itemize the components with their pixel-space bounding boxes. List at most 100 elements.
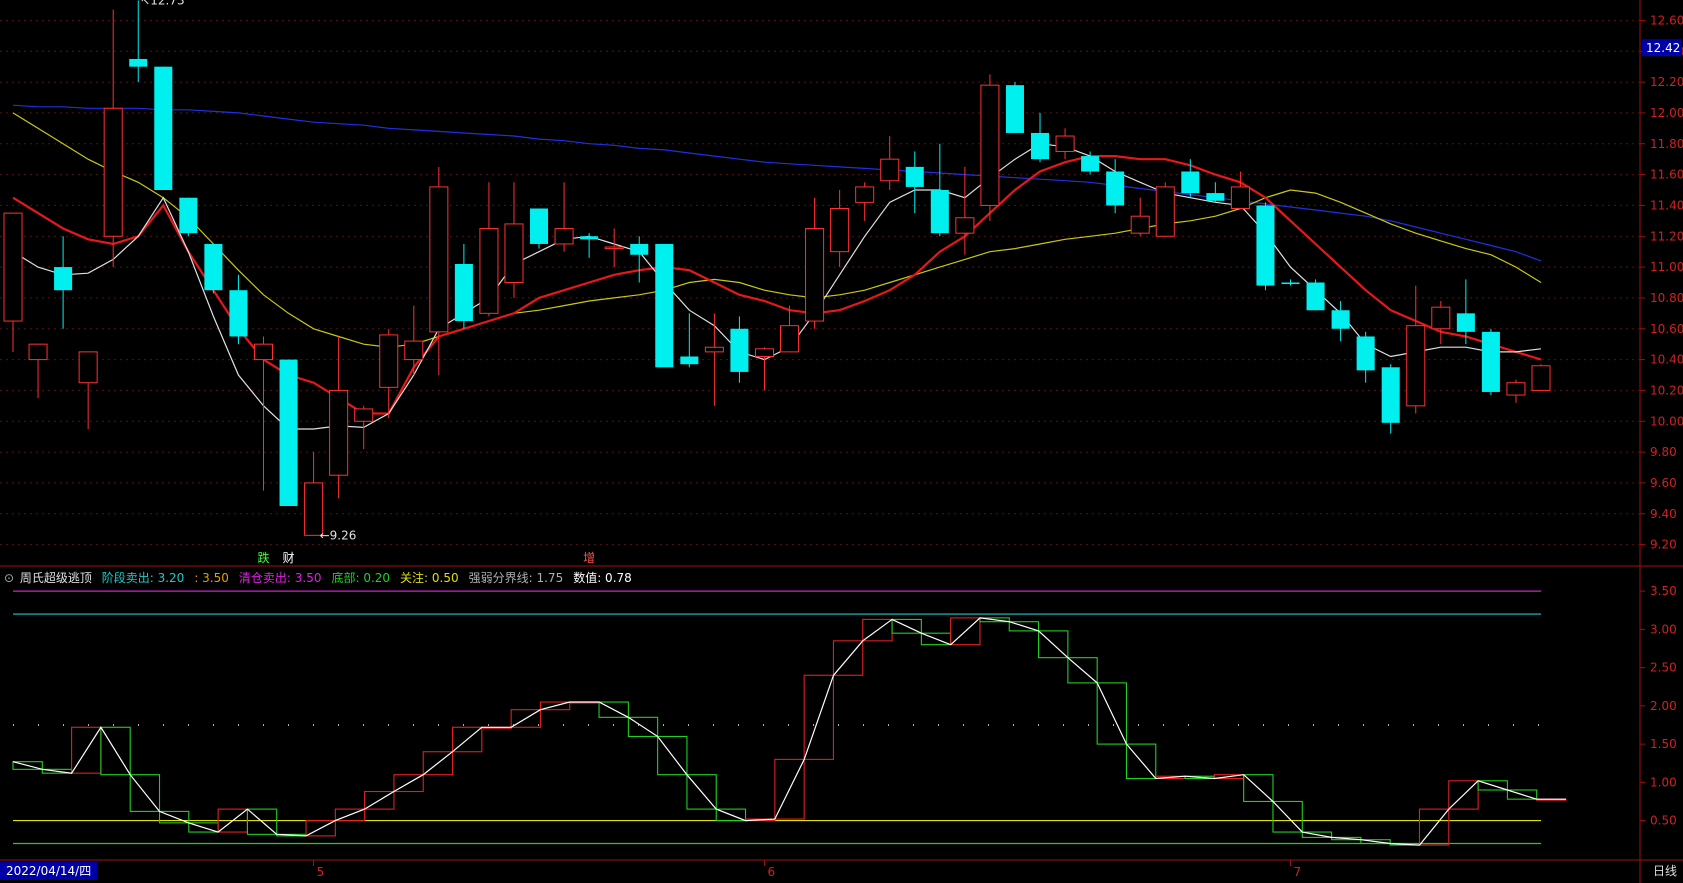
candle-body	[730, 328, 749, 372]
price-tick-label: 9.40	[1650, 507, 1677, 521]
signal-label: 增	[583, 551, 595, 565]
candle-body	[754, 348, 774, 357]
cursor-date-label: 2022/04/14/四	[0, 862, 98, 880]
price-tick-label: 10.00	[1650, 414, 1683, 428]
candle	[1230, 171, 1250, 210]
indicator-title[interactable]: 周氏超级逃顶	[20, 571, 92, 585]
candle-body	[1181, 171, 1200, 194]
candle-body	[1331, 310, 1350, 329]
candle-body	[830, 208, 850, 253]
candle	[1055, 128, 1075, 160]
candle-body	[103, 107, 123, 237]
candle-body	[655, 243, 674, 368]
candle	[730, 316, 749, 383]
candle	[1356, 331, 1375, 383]
candle-body	[630, 243, 649, 255]
price-tick-label: 12.20	[1650, 75, 1683, 89]
legend-item: 数值: 0.78	[573, 571, 632, 585]
candle-body	[780, 325, 800, 353]
candle-body	[1431, 306, 1451, 330]
low-price-annotation: ←9.26	[320, 528, 357, 542]
candle-body	[1130, 215, 1150, 234]
candle-body	[229, 290, 248, 337]
price-tick-label: 12.00	[1650, 106, 1683, 120]
candle-body	[504, 223, 524, 284]
candle	[479, 182, 499, 317]
price-tick-label: 10.80	[1650, 291, 1683, 305]
candle-body	[1230, 186, 1250, 210]
candle-body	[905, 166, 924, 187]
candle	[955, 166, 975, 255]
indicator-tick-label: 3.50	[1650, 584, 1677, 598]
candle-body	[28, 343, 48, 361]
high-price-annotation: ↖12.73	[140, 0, 184, 7]
candle	[1030, 112, 1050, 163]
candle	[1155, 182, 1175, 237]
candle-body	[1155, 186, 1175, 237]
candle	[655, 243, 674, 368]
candle	[129, 0, 148, 83]
candle	[304, 452, 324, 536]
period-label[interactable]: 日线	[1653, 862, 1677, 880]
candle	[204, 243, 223, 294]
candle-body	[554, 228, 574, 245]
price-tick-label: 10.40	[1650, 353, 1683, 367]
price-tick-label: 9.20	[1650, 538, 1677, 552]
legend-item: 强弱分界线: 1.75	[468, 571, 564, 585]
candle	[103, 9, 123, 268]
indicator-tick-label: 0.50	[1650, 814, 1677, 828]
legend-item: 清仓卖出: 3.50	[238, 571, 322, 585]
candle-body	[530, 208, 549, 244]
candle-body	[379, 334, 399, 388]
candle-body	[204, 243, 223, 291]
candle-body	[1106, 171, 1125, 206]
indicator-tick-label: 2.50	[1650, 661, 1677, 675]
candle	[905, 151, 924, 214]
price-tick-label: 11.80	[1650, 137, 1683, 151]
candle	[680, 313, 699, 368]
candle-body	[179, 197, 198, 234]
chart-canvas[interactable]: 12.6012.4012.2012.0011.8011.6011.4011.20…	[0, 0, 1683, 883]
indicator-legend-bar: ⊙ 周氏超级逃顶 阶段卖出: 3.20: 3.50 清仓卖出: 3.50 底部: 0…	[0, 568, 1640, 588]
indicator-tick-label: 2.00	[1650, 699, 1677, 713]
legend-item: 阶段卖出: 3.20	[101, 571, 185, 585]
candle-body	[1506, 382, 1526, 396]
month-label: 6	[767, 865, 775, 879]
price-tick-label: 10.20	[1650, 383, 1683, 397]
collapse-toggle-icon[interactable]: ⊙	[0, 571, 14, 585]
candle-body	[404, 340, 424, 361]
candle	[1081, 151, 1100, 175]
candle-body	[1456, 313, 1475, 332]
candle-body	[1206, 193, 1225, 201]
candle	[530, 208, 549, 249]
candle-body	[680, 356, 699, 365]
candle-body	[855, 186, 875, 203]
candle	[1506, 379, 1526, 403]
signal-label: 跌	[257, 550, 269, 565]
candle	[454, 243, 473, 329]
stock-chart-window: 12.6012.4012.2012.0011.8011.6011.4011.20…	[0, 0, 1683, 883]
candle-body	[429, 186, 449, 333]
candle	[1206, 182, 1225, 203]
candle-body	[980, 84, 1000, 206]
candle	[154, 66, 173, 190]
candle-body	[880, 158, 900, 182]
candle-body	[805, 228, 825, 322]
signal-label: 财	[283, 551, 295, 565]
candle-body	[78, 351, 98, 384]
legend-item: 关注: 0.50	[400, 571, 459, 585]
candle	[78, 351, 98, 429]
month-label: 5	[317, 865, 325, 879]
candle	[1005, 82, 1024, 133]
legend-item: : 3.50	[194, 571, 229, 585]
candle-body	[454, 264, 473, 322]
candle	[1130, 197, 1150, 237]
price-tick-label: 11.00	[1650, 260, 1683, 274]
candle	[1431, 301, 1451, 345]
price-tick-label: 11.20	[1650, 229, 1683, 243]
month-label: 7	[1294, 865, 1302, 879]
candle	[329, 336, 349, 499]
price-tick-label: 12.60	[1650, 13, 1683, 27]
price-tick-label: 11.60	[1650, 168, 1683, 182]
candle	[580, 233, 599, 258]
